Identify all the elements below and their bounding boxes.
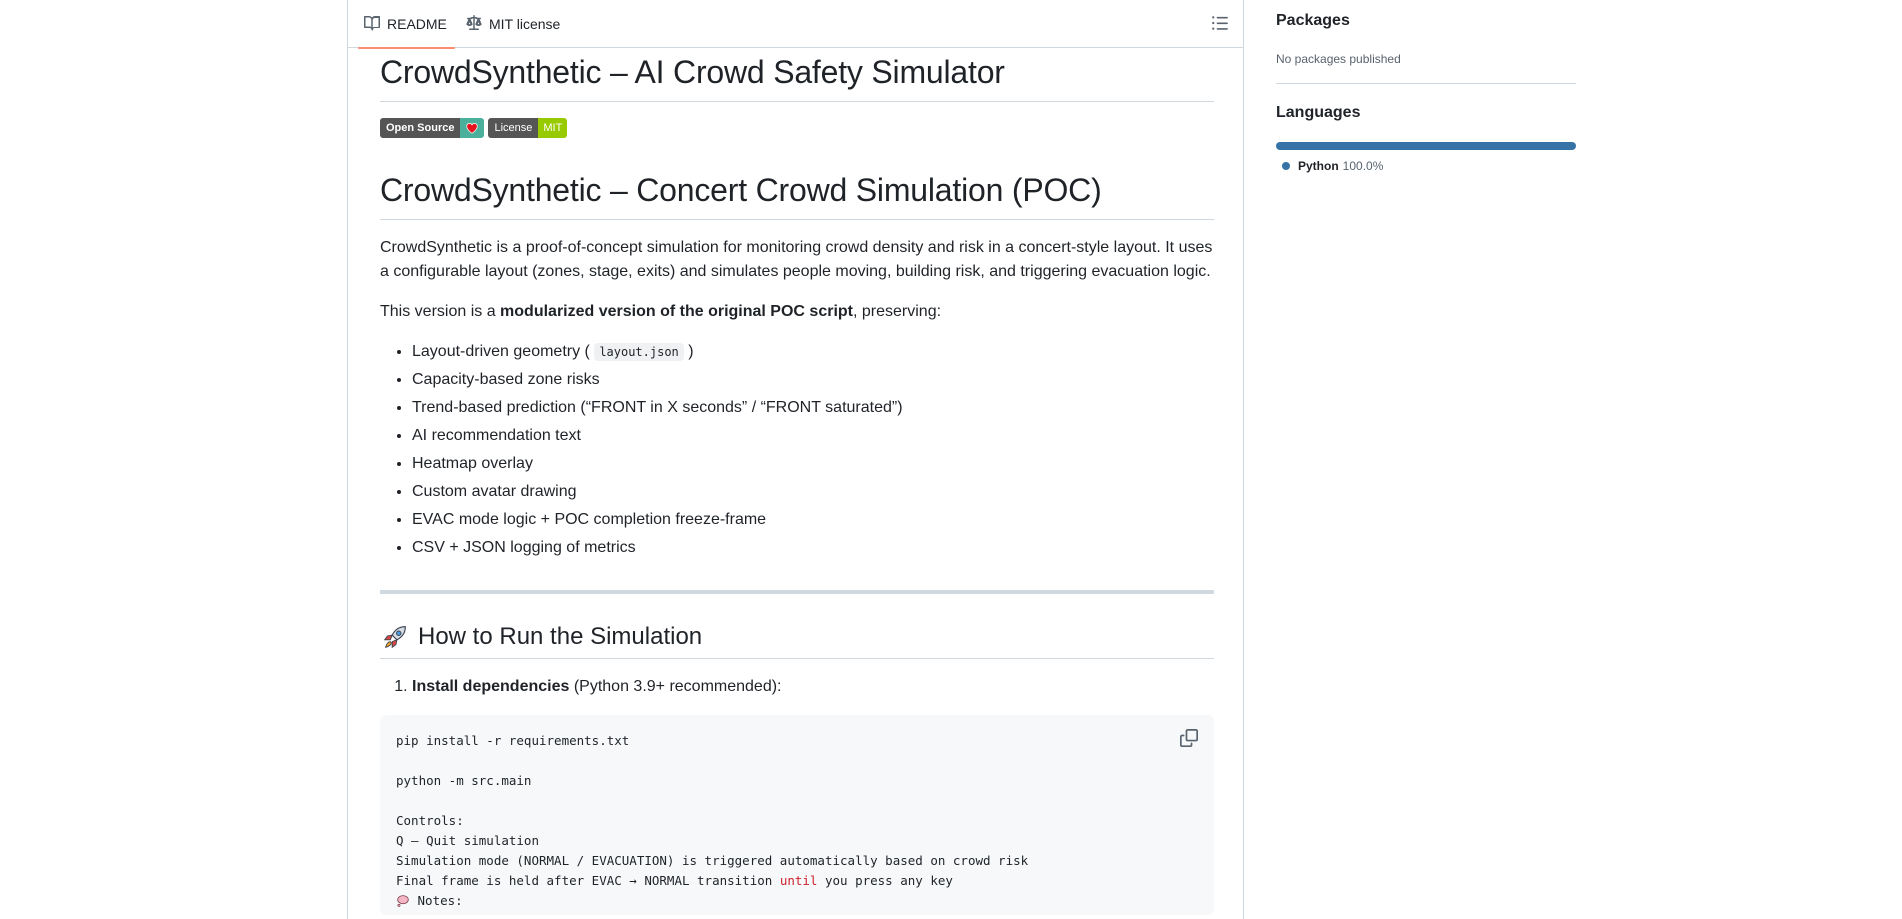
tab-license[interactable]: MIT license xyxy=(466,0,560,48)
version-bold: modularized version of the original POC … xyxy=(500,303,853,320)
badge-row: Open Source License MIT xyxy=(380,118,1214,138)
book-icon xyxy=(364,15,380,34)
version-suffix: , preserving: xyxy=(853,303,942,320)
readme-subtitle: CrowdSynthetic – Concert Crowd Simulatio… xyxy=(380,172,1214,220)
outline-list-icon[interactable] xyxy=(1211,14,1229,32)
code-line: Final frame is held after EVAC → NORMAL … xyxy=(396,873,780,888)
scale-icon xyxy=(466,14,482,34)
list-item: EVAC mode logic + POC completion freeze-… xyxy=(412,508,1214,532)
run-heading-text: How to Run the Simulation xyxy=(418,623,703,650)
code-line: Simulation mode (NORMAL / EVACUATION) is… xyxy=(396,853,1029,868)
open-source-badge[interactable]: Open Source xyxy=(380,118,485,138)
badge-label: Open Source xyxy=(380,118,461,138)
readme-content: CrowdSynthetic – AI Crowd Safety Simulat… xyxy=(380,48,1214,915)
language-dot-icon xyxy=(1282,162,1290,170)
languages-title: Languages xyxy=(1276,104,1361,121)
packages-empty-text: No packages published xyxy=(1276,52,1401,66)
code-line: Notes: xyxy=(410,893,463,908)
step-text: (Python 3.9+ recommended): xyxy=(569,678,782,695)
code-keyword: until xyxy=(779,873,818,888)
readme-tabbar: README MIT license xyxy=(348,0,1243,49)
inline-code: layout.json xyxy=(594,343,684,361)
code-content[interactable]: pip install -r requirements.txt python -… xyxy=(396,731,1198,911)
run-heading: How to Run the Simulation xyxy=(380,622,1214,659)
rocket-icon xyxy=(380,622,410,652)
section-divider xyxy=(380,590,1214,594)
sidebar-divider xyxy=(1276,83,1576,84)
list-item: Custom avatar drawing xyxy=(412,480,1214,504)
feature-list: Layout-driven geometry ( layout.json ) C… xyxy=(380,340,1214,560)
intro-paragraph: CrowdSynthetic is a proof-of-concept sim… xyxy=(380,239,1213,280)
language-percent: 100.0% xyxy=(1342,159,1384,173)
step-bold: Install dependencies xyxy=(412,678,570,695)
code-line: python -m src.main xyxy=(396,773,532,788)
code-block: pip install -r requirements.txt python -… xyxy=(380,715,1214,915)
steps-list: Install dependencies (Python 3.9+ recomm… xyxy=(380,675,1214,699)
version-prefix: This version is a xyxy=(380,303,501,320)
code-line: Controls: xyxy=(396,813,464,828)
packages-title[interactable]: Packages xyxy=(1276,12,1350,30)
list-item: Layout-driven geometry ( layout.json ) xyxy=(412,340,1214,364)
feature-text: ) xyxy=(683,343,694,360)
list-item: Install dependencies (Python 3.9+ recomm… xyxy=(412,675,1214,699)
code-line: you press any key xyxy=(817,873,953,888)
thought-bubble-icon xyxy=(396,893,410,908)
code-line: Q – Quit simulation xyxy=(396,833,539,848)
list-item: Capacity-based zone risks xyxy=(412,368,1214,392)
heart-icon xyxy=(460,118,485,138)
language-bar xyxy=(1276,142,1576,150)
language-item-python[interactable]: Python 100.0% xyxy=(1282,159,1383,173)
badge-value: MIT xyxy=(538,118,568,138)
list-item: Trend-based prediction (“FRONT in X seco… xyxy=(412,396,1214,420)
language-name: Python xyxy=(1298,159,1339,173)
license-badge[interactable]: License MIT xyxy=(488,118,568,138)
list-item: AI recommendation text xyxy=(412,424,1214,448)
readme-panel: README MIT license CrowdSynthetic – AI C… xyxy=(347,0,1244,919)
code-line: pip install -r requirements.txt xyxy=(396,733,630,748)
feature-text: Layout-driven geometry ( xyxy=(412,343,595,360)
readme-title: CrowdSynthetic – AI Crowd Safety Simulat… xyxy=(380,54,1214,102)
tab-readme[interactable]: README xyxy=(358,0,455,49)
list-item: CSV + JSON logging of metrics xyxy=(412,536,1214,560)
tab-license-label: MIT license xyxy=(489,16,561,32)
badge-label: License xyxy=(488,118,539,138)
list-item: Heatmap overlay xyxy=(412,452,1214,476)
tab-readme-label: README xyxy=(387,16,447,32)
copy-icon[interactable] xyxy=(1180,729,1198,747)
version-paragraph: This version is a modularized version of… xyxy=(380,300,1214,324)
